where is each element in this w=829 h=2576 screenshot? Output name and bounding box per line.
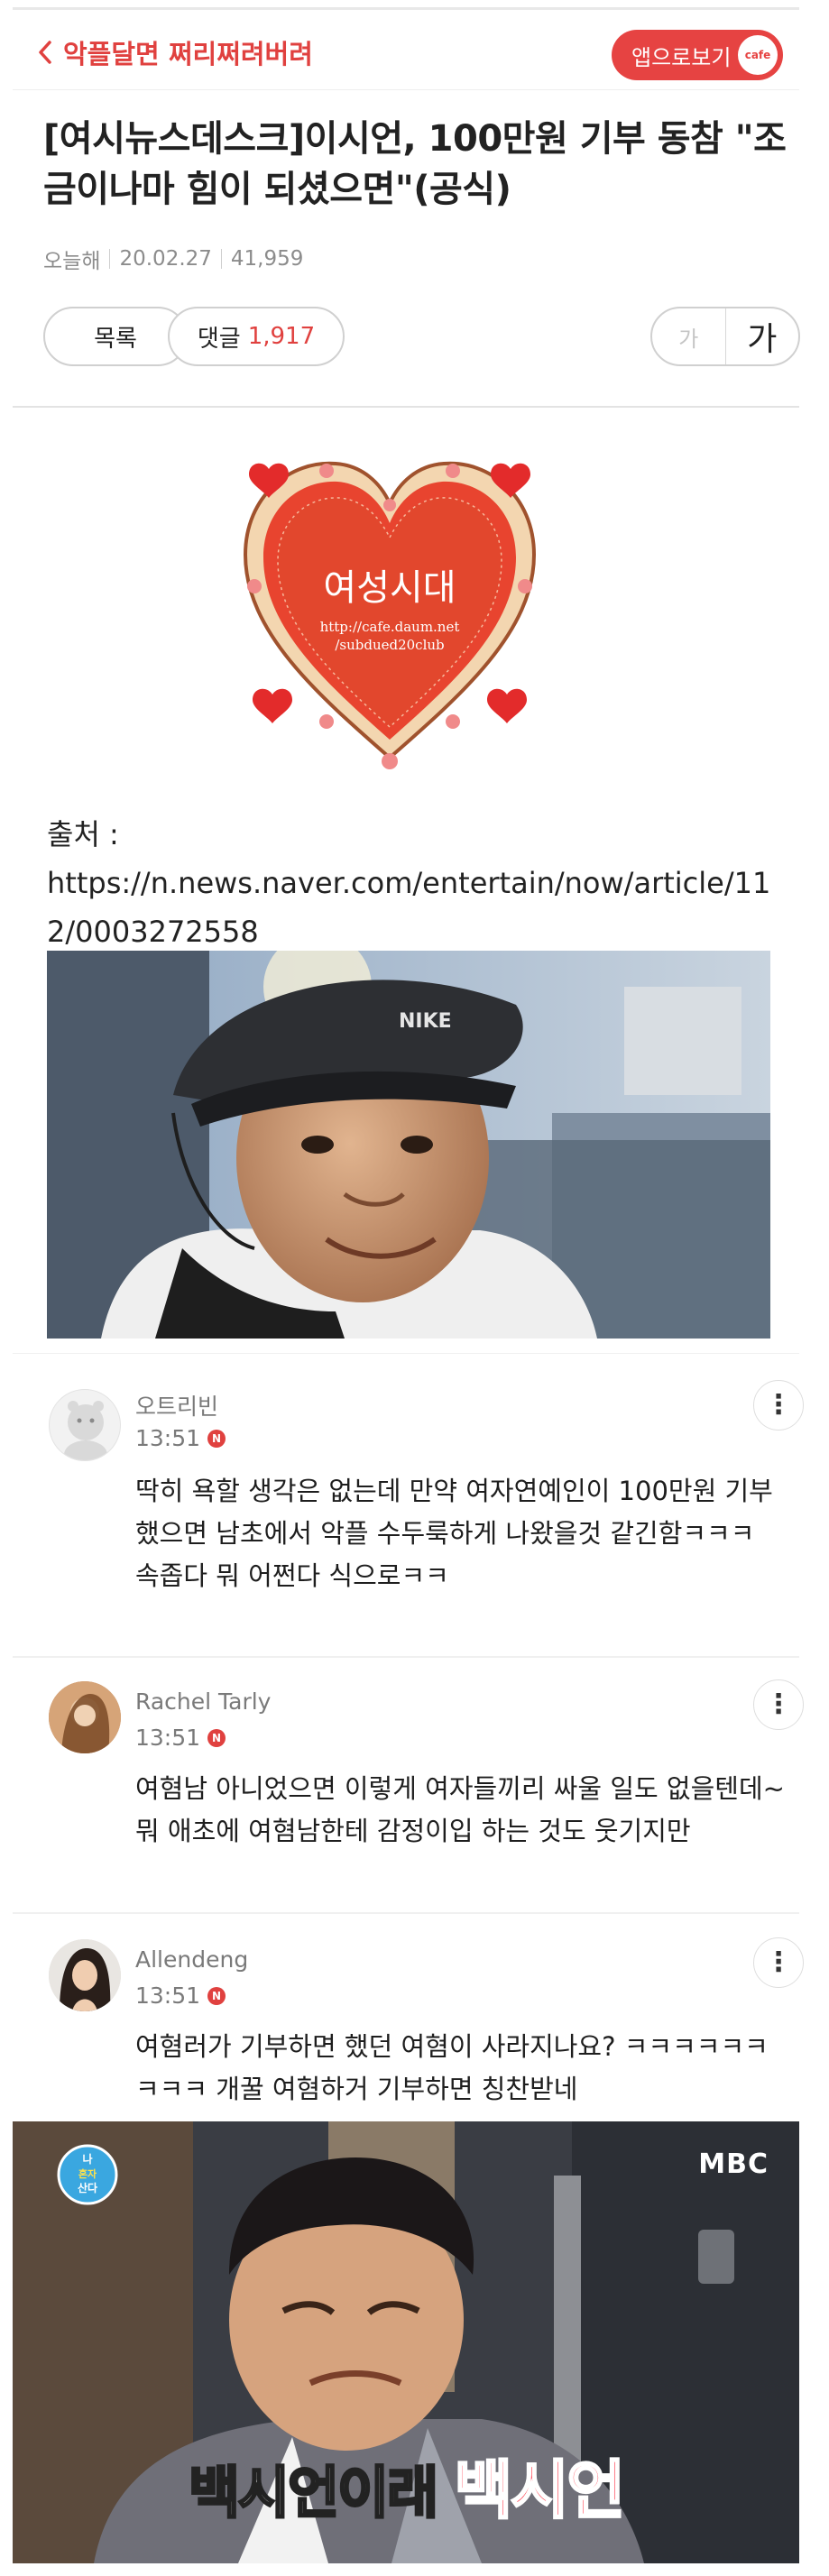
- show-logo-line1: 나: [82, 2152, 92, 2166]
- more-vertical-icon: ⋮: [765, 1688, 792, 1720]
- back-button[interactable]: 악플달면 쩌리쩌려버려: [38, 33, 313, 71]
- cap-logo-text: NIKE: [399, 1010, 452, 1033]
- post-date: 20.02.27: [119, 247, 212, 271]
- comments-button-label: 댓글: [197, 325, 241, 353]
- article-title: [여시뉴스데스크]이시언, 100만원 기부 동참 "조금이나마 힘이 되셨으면…: [43, 118, 787, 210]
- comment-time-text: 13:51: [135, 1725, 201, 1751]
- meta-separator: [220, 249, 222, 269]
- subtitle-red: 백시언: [453, 2452, 626, 2529]
- show-logo-line3: 산다: [78, 2181, 97, 2194]
- open-in-app-label: 앱으로보기: [631, 44, 732, 70]
- header-divider: [13, 406, 799, 408]
- comment-text: 여혐러가 기부하면 했던 여혐이 사라지나요? ㅋㅋㅋㅋㅋㅋㅋㅋㅋ 개꿀 여혐하…: [135, 2031, 769, 2104]
- article-meta: 오늘해 20.02.27 41,959: [43, 244, 303, 274]
- comment-author[interactable]: Allendeng: [135, 1946, 248, 1973]
- broadcaster-logo: MBC: [698, 2148, 769, 2180]
- comment-more-button[interactable]: ⋮: [753, 1380, 804, 1431]
- new-badge-icon: N: [207, 1986, 226, 2005]
- subtitle-white: 백시언이래: [187, 2459, 439, 2527]
- logo-url-line2: /subdued20club: [335, 637, 444, 653]
- comments-button[interactable]: 댓글 1,917: [168, 307, 345, 366]
- comment-author[interactable]: Rachel Tarly: [135, 1688, 271, 1715]
- comment-more-button[interactable]: ⋮: [753, 1937, 804, 1988]
- comments-count: 1,917: [247, 323, 316, 350]
- heart-logo-graphic: 여성시대 http://cafe.daum.net /subdued20club: [243, 461, 537, 769]
- font-larger-button[interactable]: 가: [726, 308, 799, 364]
- cafe-badge-icon: cafe: [738, 35, 778, 75]
- comment-time-text: 13:51: [135, 1983, 201, 2009]
- source-link[interactable]: https://n.news.naver.com/entertain/now/a…: [47, 859, 787, 956]
- meta-separator: [109, 249, 111, 269]
- top-bar: 악플달면 쩌리쩌려버려 앱으로보기 cafe: [13, 7, 799, 90]
- source-label: 출처 :: [47, 817, 119, 851]
- board-name: 악플달면 쩌리쩌려버려: [63, 39, 313, 69]
- avatar[interactable]: [49, 1681, 121, 1753]
- logo-text: 여성시대: [323, 567, 456, 609]
- comment-time: 13:51 N: [135, 1725, 226, 1751]
- list-button-label: 목록: [94, 325, 137, 353]
- font-smaller-button[interactable]: 가: [652, 308, 726, 364]
- author-name[interactable]: 오늘해: [43, 244, 100, 274]
- show-logo-line2: 혼자: [78, 2167, 97, 2180]
- new-badge-icon: N: [207, 1429, 226, 1448]
- list-button[interactable]: 목록: [43, 307, 188, 366]
- view-count: 41,959: [230, 247, 304, 271]
- comment-divider: [13, 1656, 799, 1658]
- new-badge-icon: N: [207, 1728, 226, 1747]
- logo-url-line1: http://cafe.daum.net: [320, 619, 460, 635]
- show-logo-icon: 나 혼자 산다: [57, 2144, 118, 2205]
- comment-author[interactable]: 오트리빈: [135, 1389, 218, 1421]
- comment-time: 13:51 N: [135, 1983, 226, 2009]
- comment-text: 여혐남 아니었으면 이렇게 여자들끼리 싸울 일도 없을텐데~ 뭐 애초에 여혐…: [135, 1773, 785, 1846]
- comment-time: 13:51 N: [135, 1425, 226, 1451]
- avatar[interactable]: [49, 1939, 121, 2011]
- comment-text: 딱히 욕할 생각은 없는데 만약 여자연예인이 100만원 기부했으면 남초에서…: [135, 1476, 773, 1591]
- open-in-app-button[interactable]: 앱으로보기 cafe: [612, 30, 783, 80]
- avatar[interactable]: [49, 1389, 121, 1461]
- subtitle-caption: 백시언이래 백시언: [13, 2440, 799, 2531]
- more-vertical-icon: ⋮: [765, 1389, 792, 1421]
- article-photo-2: 나 혼자 산다 MBC 백시언이래 백시언: [13, 2121, 799, 2563]
- chevron-left-icon: [39, 41, 51, 64]
- show-logo-badge: 나 혼자 산다: [56, 2143, 119, 2206]
- more-vertical-icon: ⋮: [765, 1946, 792, 1978]
- user-avatar-image: [49, 1681, 121, 1753]
- content-divider: [13, 1353, 799, 1354]
- selfie-illustration: NIKE: [47, 951, 770, 1339]
- font-size-control: 가 가: [650, 307, 800, 366]
- article-page: 악플달면 쩌리쩌려버려 앱으로보기 cafe [여시뉴스데스크]이시언, 100…: [0, 0, 829, 2576]
- default-avatar-icon: [64, 1401, 107, 1460]
- comment-more-button[interactable]: ⋮: [753, 1679, 804, 1730]
- user-avatar-image: [49, 1939, 121, 2011]
- comment-time-text: 13:51: [135, 1425, 201, 1451]
- comment-divider: [13, 1912, 799, 1914]
- article-photo-1: NIKE: [47, 951, 770, 1339]
- cafe-logo-heart: 여성시대 http://cafe.daum.net /subdued20club: [236, 451, 543, 776]
